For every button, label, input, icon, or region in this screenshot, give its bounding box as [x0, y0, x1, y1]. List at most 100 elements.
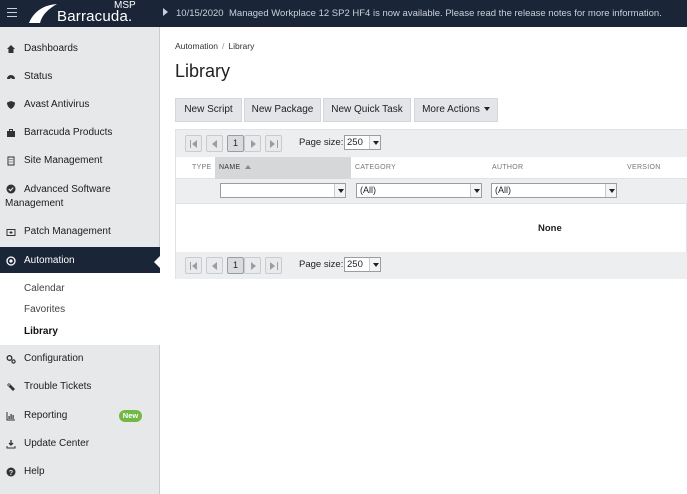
author-filter-value: (All) [495, 185, 511, 195]
download-icon [6, 439, 16, 449]
building-icon [6, 156, 16, 166]
sidebar-item-label: Barracuda Products [24, 127, 113, 138]
submenu-item-calendar[interactable]: Calendar [24, 283, 65, 294]
sidebar-item-dashboards[interactable]: Dashboards [0, 39, 160, 59]
category-filter-select[interactable]: (All) [356, 183, 482, 198]
sidebar-item-label-line2: Management [5, 198, 64, 209]
dropdown-arrow-icon[interactable] [470, 184, 481, 197]
next-page-button[interactable] [244, 135, 261, 152]
page-size-value: 250 [347, 137, 363, 148]
next-page-button[interactable] [244, 257, 261, 274]
sidebar-item-barracuda-products[interactable]: Barracuda Products [0, 123, 160, 143]
sidebar-item-label: Help [24, 466, 45, 477]
column-header-name[interactable]: NAME [215, 157, 351, 179]
column-header-author[interactable]: AUTHOR [492, 157, 523, 179]
automation-submenu: Calendar Favorites Library [0, 273, 160, 345]
first-page-button[interactable] [185, 257, 202, 274]
prev-page-button[interactable] [206, 135, 223, 152]
page-size-value: 250 [347, 259, 363, 270]
sidebar-item-site-management[interactable]: Site Management [0, 151, 160, 171]
new-badge: New [119, 410, 142, 422]
sidebar-item-status[interactable]: Status [0, 67, 160, 87]
sidebar-item-label: Reporting [24, 410, 68, 421]
current-page-button[interactable]: 1 [227, 257, 244, 274]
sidebar-item-advanced-software-management[interactable]: Advanced Software Management [0, 179, 160, 213]
sidebar-item-label: Patch Management [24, 226, 111, 237]
svg-text:?: ? [9, 470, 13, 477]
more-actions-label: More Actions [422, 104, 480, 115]
notice-date: 10/15/2020 [176, 8, 224, 19]
prev-page-button[interactable] [206, 257, 223, 274]
sidebar-item-automation[interactable]: Automation [0, 247, 160, 275]
first-page-button[interactable] [185, 135, 202, 152]
sidebar-item-label: Avast Antivirus [24, 99, 90, 110]
breadcrumb-separator: / [222, 41, 225, 51]
submenu-item-library[interactable]: Library [24, 326, 58, 337]
dropdown-arrow-icon[interactable] [369, 136, 380, 149]
pager-top: 1 Page size: 250 [176, 130, 687, 157]
bar-chart-icon [6, 411, 16, 421]
top-bar: MSP Barracuda. 10/15/2020 Managed Workpl… [0, 0, 687, 27]
question-icon: ? [6, 467, 16, 477]
chevron-down-icon [483, 107, 490, 112]
last-page-button[interactable] [265, 257, 282, 274]
dropdown-arrow-icon[interactable] [605, 184, 616, 197]
new-quick-task-button[interactable]: New Quick Task [323, 98, 411, 122]
sidebar-item-label: Update Center [24, 438, 90, 449]
sidebar-item-label: Site Management [24, 155, 103, 166]
sidebar-item-label: Trouble Tickets [24, 381, 92, 392]
filter-row: (All) (All) [176, 179, 687, 204]
briefcase-icon [6, 128, 16, 138]
current-page-button[interactable]: 1 [227, 135, 244, 152]
sidebar-item-label: Dashboards [24, 43, 78, 54]
logo-name-text[interactable]: Barracuda. [57, 8, 132, 25]
new-package-button[interactable]: New Package [244, 98, 321, 122]
last-page-button[interactable] [265, 135, 282, 152]
page-size-select[interactable]: 250 [344, 257, 381, 272]
library-grid: 1 Page size: 250 TYPE NAME CATEGORY AUTH… [175, 129, 687, 279]
breadcrumb: Automation / Library [175, 41, 254, 51]
pager-bottom: 1 Page size: 250 [176, 252, 687, 279]
gauge-icon [6, 72, 16, 82]
page-size-select[interactable]: 250 [344, 135, 381, 150]
gears-icon [6, 354, 16, 364]
dropdown-arrow-icon[interactable] [334, 184, 345, 197]
shield-icon [6, 100, 16, 110]
empty-grid-message: None [538, 223, 562, 234]
sidebar-item-patch-management[interactable]: Patch Management [0, 222, 160, 242]
column-header-type[interactable]: TYPE [192, 157, 211, 179]
sort-ascending-icon [245, 165, 252, 170]
sidebar: Dashboards Status Avast Antivirus Barrac… [0, 27, 160, 494]
target-icon [6, 256, 16, 266]
barracuda-logo-icon [29, 4, 57, 23]
active-indicator [154, 256, 160, 268]
column-header-version[interactable]: VERSION [627, 157, 661, 179]
sidebar-item-label: Status [24, 71, 53, 82]
home-icon [6, 44, 16, 54]
notice-caret-icon[interactable] [163, 8, 168, 16]
breadcrumb-automation[interactable]: Automation [175, 41, 218, 51]
sidebar-item-configuration[interactable]: Configuration [0, 349, 160, 369]
notice-message[interactable]: Managed Workplace 12 SP2 HF4 is now avai… [229, 8, 662, 19]
new-script-button[interactable]: New Script [175, 98, 242, 122]
column-header-category[interactable]: CATEGORY [355, 157, 396, 179]
dropdown-arrow-icon[interactable] [369, 258, 380, 271]
sidebar-item-label: Advanced Software [24, 184, 111, 195]
sidebar-item-label: Automation [24, 255, 75, 266]
check-circle-icon [6, 184, 16, 194]
page-title: Library [175, 61, 231, 81]
sidebar-item-trouble-tickets[interactable]: Trouble Tickets [0, 377, 160, 397]
sidebar-item-label: Configuration [24, 353, 84, 364]
grid-header: TYPE NAME CATEGORY AUTHOR VERSION [176, 157, 687, 179]
sidebar-item-avast-antivirus[interactable]: Avast Antivirus [0, 95, 160, 115]
hamburger-menu-icon[interactable] [7, 8, 17, 17]
breadcrumb-library: Library [228, 41, 255, 51]
name-filter-select[interactable] [220, 183, 346, 198]
author-filter-select[interactable]: (All) [491, 183, 617, 198]
sidebar-item-update-center[interactable]: Update Center [0, 434, 160, 454]
first-aid-icon [6, 227, 16, 237]
submenu-item-favorites[interactable]: Favorites [24, 304, 65, 315]
category-filter-value: (All) [360, 185, 376, 195]
sidebar-item-help[interactable]: ? Help [0, 462, 160, 482]
more-actions-button[interactable]: More Actions [414, 98, 498, 122]
